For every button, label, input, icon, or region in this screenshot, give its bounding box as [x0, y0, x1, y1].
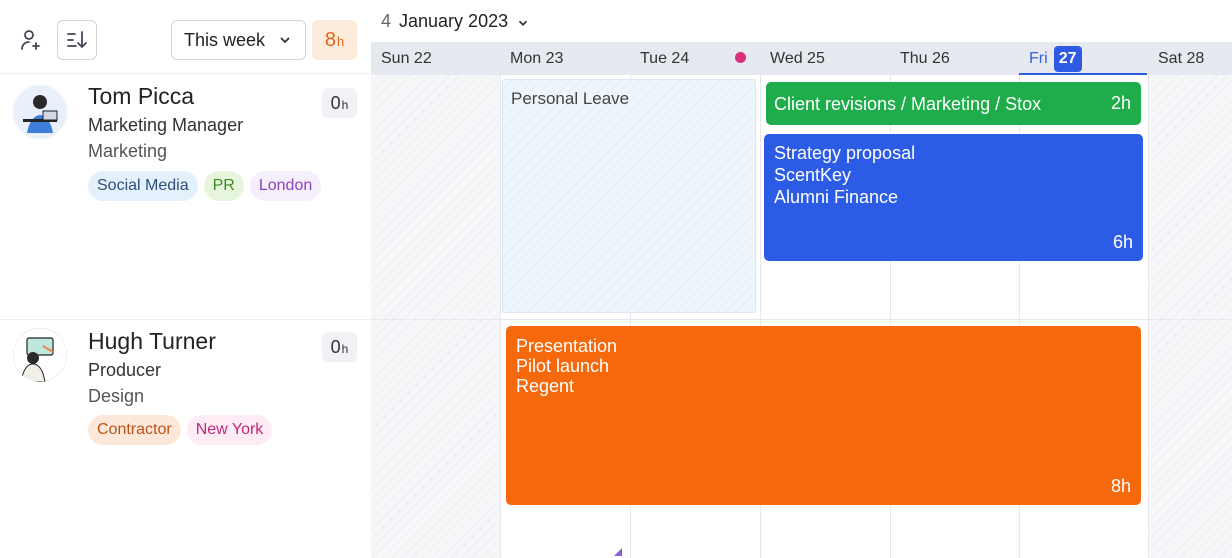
day-mon[interactable]: Mon 23	[500, 42, 630, 75]
time-off-block[interactable]: Personal Leave	[502, 79, 756, 313]
task-hours: 8h	[1110, 476, 1131, 496]
task-client-revisions[interactable]: Client revisions / Marketing / Stox 2h	[766, 82, 1141, 125]
person-department: Design	[88, 386, 145, 406]
day-header: Sun 22 Mon 23 Tue 24 Wed 25 Thu 26 Fri 2…	[371, 42, 1232, 75]
task-title: Strategy proposal	[774, 143, 916, 163]
sort-button[interactable]	[57, 20, 97, 60]
person-role: Marketing Manager	[88, 115, 244, 135]
task-presentation[interactable]: Presentation Pilot launch Regent 8h	[506, 326, 1141, 505]
people-panel: This week 8h Tom Picca Marketing Manager…	[0, 0, 370, 558]
holiday-dot[interactable]	[735, 52, 746, 63]
month-navigator[interactable]: 4 January 2023	[371, 0, 1232, 42]
person-hours-value: 0	[330, 93, 341, 113]
person-row[interactable]: Tom Picca Marketing Manager Marketing 0h…	[0, 75, 370, 319]
task-hours: 2h	[1110, 93, 1131, 113]
person-department: Marketing	[88, 141, 168, 161]
day-label: Tue 24	[640, 49, 690, 67]
day-label: Sun 22	[381, 49, 432, 67]
tag[interactable]: Contractor	[88, 415, 181, 445]
avatar[interactable]	[13, 85, 67, 139]
day-sat[interactable]: Sat 28	[1148, 42, 1232, 75]
person-name: Tom Picca	[88, 83, 195, 109]
week-range-label: This week	[184, 29, 266, 50]
person-hours-value: 0	[330, 337, 341, 357]
day-column[interactable]	[1148, 75, 1232, 558]
person-name: Hugh Turner	[88, 328, 216, 354]
day-label: Mon 23	[510, 49, 564, 67]
add-person-icon	[21, 30, 40, 50]
note-corner-marker[interactable]	[614, 548, 622, 556]
tag[interactable]: Social Media	[88, 171, 198, 201]
task-hours: 6h	[1112, 232, 1133, 252]
total-hours-badge: 8h	[312, 20, 357, 60]
tag[interactable]: New York	[186, 415, 273, 445]
tag[interactable]: PR	[203, 171, 244, 201]
sort-icon	[67, 31, 87, 49]
task-project: Alumni Finance	[774, 187, 899, 207]
chevron-down-icon	[280, 37, 290, 44]
toolbar: This week 8h	[0, 6, 370, 74]
task-title: Presentation	[516, 336, 618, 356]
avatar-illustration	[13, 85, 67, 139]
day-sun[interactable]: Sun 22	[371, 42, 500, 75]
person-tags: Social Media PR London	[88, 171, 322, 201]
tag[interactable]: London	[249, 171, 322, 201]
total-hours-value: 8	[324, 29, 336, 51]
day-thu[interactable]: Thu 26	[890, 42, 1019, 75]
add-person-button[interactable]	[11, 20, 51, 60]
task-strategy-proposal[interactable]: Strategy proposal ScentKey Alumni Financ…	[764, 134, 1143, 261]
chevron-down-icon[interactable]	[516, 16, 530, 30]
person-row[interactable]: Hugh Turner Producer Design 0h Contracto…	[0, 320, 370, 558]
day-wed[interactable]: Wed 25	[760, 42, 890, 75]
schedule-calendar: 4 January 2023 Sun 22 Mon 23 Tue 24 Wed …	[371, 0, 1232, 558]
task-client: Pilot launch	[516, 356, 610, 376]
day-label: Wed 25	[770, 49, 825, 67]
day-fri-today[interactable]: Fri 27	[1019, 42, 1148, 75]
schedule-grid: Personal Leave Client revisions / Market…	[371, 75, 1232, 558]
week-number: 4	[381, 10, 392, 31]
total-hours-unit: h	[336, 34, 345, 49]
day-label: Thu 26	[900, 49, 950, 67]
time-off-label: Personal Leave	[511, 89, 630, 108]
today-date-badge: 27	[1053, 45, 1082, 72]
person-tags: Contractor New York	[88, 415, 273, 445]
person-hours-badge: 0h	[322, 332, 357, 362]
row-divider	[371, 319, 1232, 320]
person-role: Producer	[88, 360, 162, 380]
person-hours-badge: 0h	[322, 88, 357, 118]
task-title: Client revisions / Marketing / Stox	[774, 94, 1042, 114]
task-client: ScentKey	[774, 165, 852, 185]
day-label: Sat 28	[1158, 49, 1205, 67]
day-label: Fri	[1029, 49, 1048, 67]
avatar-illustration	[13, 328, 67, 382]
month-label[interactable]: January 2023	[399, 11, 508, 32]
person-hours-unit: h	[341, 342, 349, 356]
person-hours-unit: h	[341, 98, 349, 112]
week-range-select[interactable]: This week	[171, 20, 306, 60]
task-project: Regent	[516, 376, 575, 396]
day-column[interactable]	[371, 75, 500, 558]
avatar[interactable]	[13, 328, 67, 382]
